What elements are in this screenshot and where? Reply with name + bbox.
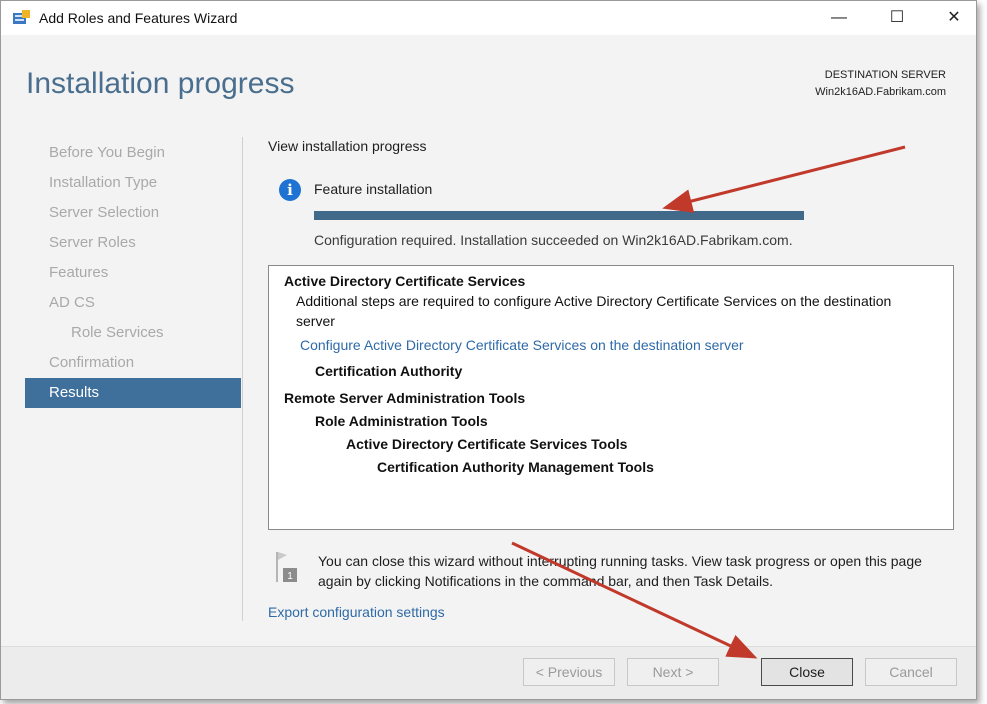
result-certification-authority: Certification Authority	[315, 363, 463, 379]
maximize-button[interactable]: ☐	[874, 1, 920, 35]
wizard-window: Add Roles and Features Wizard — ☐ ✕ Inst…	[0, 0, 977, 700]
window-title: Add Roles and Features Wizard	[39, 10, 238, 26]
page-title: Installation progress	[26, 67, 295, 100]
nav-step-ad-cs: AD CS	[49, 294, 95, 311]
result-rsat-title: Remote Server Administration Tools	[284, 390, 526, 406]
previous-button[interactable]: < Previous	[523, 658, 615, 686]
wizard-steps-nav: Before You Begin Installation Type Serve…	[25, 138, 241, 408]
feature-installation-label: Feature installation	[314, 181, 433, 197]
progress-bar-fill	[314, 211, 804, 220]
notification-flag-icon: 1	[276, 552, 297, 582]
nav-step-role-services: Role Services	[71, 324, 164, 341]
close-wizard-notice: You can close this wizard without interr…	[318, 553, 922, 589]
configure-adcs-link[interactable]: Configure Active Directory Certificate S…	[300, 337, 744, 353]
close-button[interactable]: Close	[761, 658, 853, 686]
notification-count-badge: 1	[287, 571, 293, 582]
title-bar: Add Roles and Features Wizard — ☐ ✕	[1, 1, 976, 35]
result-adcs-tools: Active Directory Certificate Services To…	[346, 436, 628, 452]
info-icon: i	[279, 179, 301, 201]
installation-status-text: Configuration required. Installation suc…	[314, 232, 793, 248]
result-adcs-title: Active Directory Certificate Services	[284, 273, 526, 289]
export-configuration-link[interactable]: Export configuration settings	[268, 604, 445, 620]
close-window-button[interactable]: ✕	[931, 1, 976, 35]
result-ca-management-tools: Certification Authority Management Tools	[377, 459, 654, 475]
result-adcs-note-continued: server	[296, 313, 335, 329]
nav-divider	[242, 137, 243, 621]
nav-step-server-selection: Server Selection	[49, 204, 160, 221]
installation-results-list[interactable]: Active Directory Certificate Services Ad…	[268, 265, 954, 530]
nav-step-results[interactable]: Results	[25, 378, 241, 408]
destination-server-label: DESTINATION SERVER	[824, 69, 946, 81]
minimize-button[interactable]: —	[816, 1, 862, 35]
installation-progress-bar	[314, 211, 804, 220]
result-role-admin-tools: Role Administration Tools	[315, 413, 488, 429]
nav-step-server-roles: Server Roles	[49, 234, 136, 251]
nav-step-features: Features	[49, 264, 109, 281]
nav-step-installation-type: Installation Type	[49, 174, 158, 191]
destination-server-name: Win2k16AD.Fabrikam.com	[815, 86, 946, 98]
nav-step-before-you-begin: Before You Begin	[49, 144, 165, 161]
nav-step-confirmation: Confirmation	[49, 354, 135, 371]
result-adcs-note: Additional steps are required to configu…	[296, 293, 892, 309]
view-progress-heading: View installation progress	[268, 138, 427, 154]
next-button[interactable]: Next >	[627, 658, 719, 686]
server-manager-icon	[13, 10, 30, 24]
cancel-button[interactable]: Cancel	[865, 658, 957, 686]
